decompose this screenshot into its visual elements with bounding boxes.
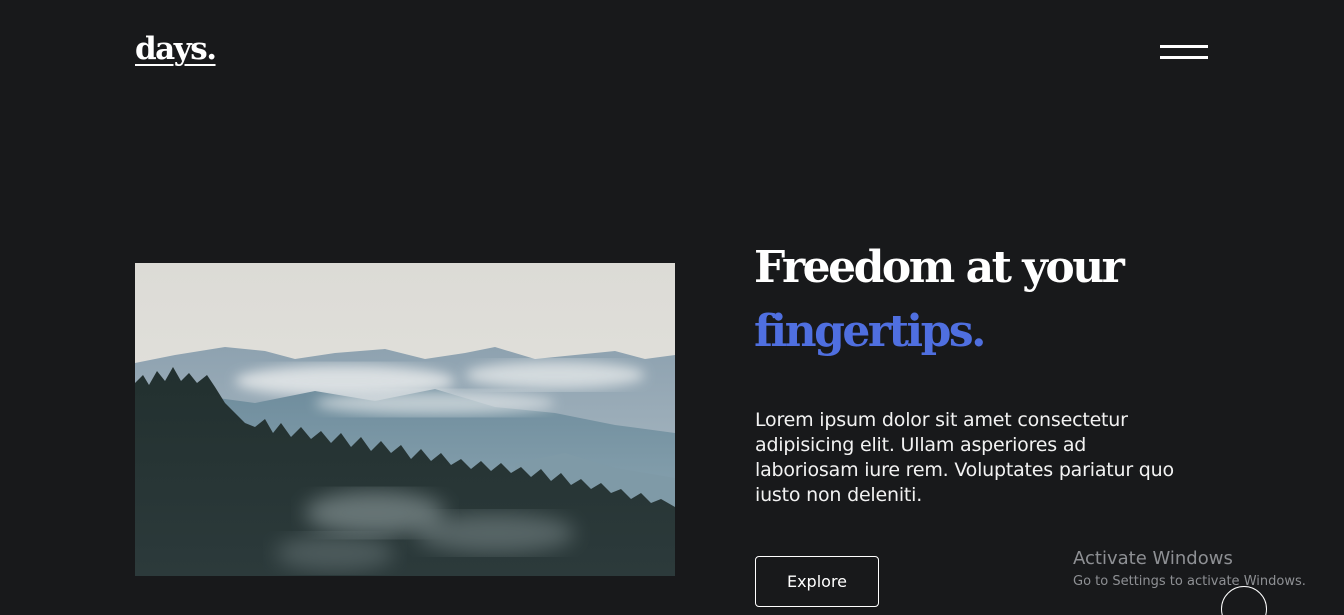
hamburger-menu-icon[interactable] bbox=[1158, 42, 1210, 64]
hero-headline: Freedom at your fingertips. bbox=[754, 236, 1125, 364]
hero-description: Lorem ipsum dolor sit amet consectetur a… bbox=[755, 409, 1174, 506]
explore-button[interactable]: Explore bbox=[755, 556, 879, 607]
menu-bar-top bbox=[1160, 45, 1208, 48]
watermark-subtitle: Go to Settings to activate Windows. bbox=[1073, 574, 1306, 589]
misty-mountain-forest-photo bbox=[135, 263, 675, 576]
menu-bar-bottom bbox=[1160, 56, 1208, 59]
hero-image bbox=[135, 263, 675, 576]
headline-line1: Freedom at your bbox=[754, 242, 1125, 293]
headline-accent: fingertips. bbox=[754, 306, 986, 357]
watermark-title: Activate Windows bbox=[1073, 548, 1233, 569]
activate-windows-watermark: Activate Windows Go to Settings to activ… bbox=[1073, 548, 1306, 594]
landing-page: days. Freedom at your fingertips. Lorem … bbox=[0, 0, 1344, 615]
site-logo[interactable]: days. bbox=[135, 34, 217, 65]
